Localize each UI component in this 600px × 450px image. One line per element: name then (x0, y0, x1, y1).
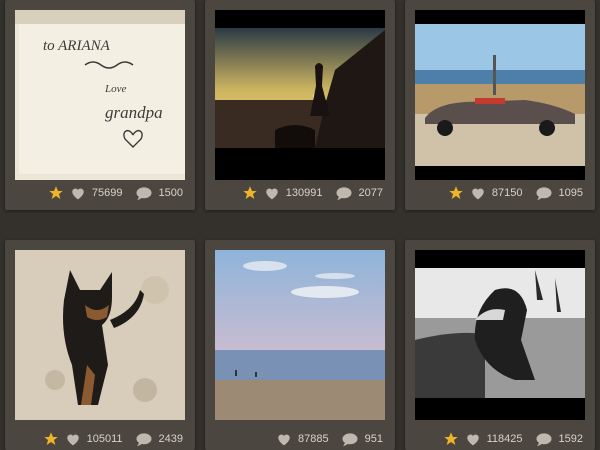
star-icon[interactable] (43, 431, 59, 447)
star-icon[interactable] (48, 185, 64, 201)
photo-card-6[interactable]: 118425 1592 (405, 240, 595, 450)
photo-thumbnail[interactable]: to ARIANA Love grandpa (15, 10, 185, 180)
comments-count: 2077 (358, 187, 383, 199)
comment-icon[interactable] (341, 432, 359, 447)
comment-icon[interactable] (135, 186, 153, 201)
heart-icon[interactable] (465, 432, 481, 446)
likes-count: 105011 (86, 433, 123, 445)
photo-stats: 118425 1592 (405, 430, 595, 448)
bw-portrait-photo (415, 250, 585, 420)
photo-thumbnail[interactable] (415, 250, 585, 420)
likes-count: 87150 (491, 187, 523, 199)
comment-icon[interactable] (135, 432, 153, 447)
photo-thumbnail[interactable] (15, 250, 185, 420)
photo-card-1[interactable]: to ARIANA Love grandpa 75699 1500 (5, 0, 195, 210)
likes-count: 118425 (486, 433, 523, 445)
handwritten-note-photo: to ARIANA Love grandpa (15, 10, 185, 180)
comments-count: 1592 (558, 433, 583, 445)
photo-stats: 105011 2439 (5, 430, 195, 448)
comments-count: 1500 (158, 187, 183, 199)
note-line-1: to ARIANA (43, 38, 111, 54)
photo-card-3[interactable]: 87150 1095 (405, 0, 595, 210)
star-icon[interactable] (448, 185, 464, 201)
heart-icon[interactable] (65, 432, 81, 446)
likes-count: 75699 (91, 187, 123, 199)
heart-icon[interactable] (70, 186, 86, 200)
heart-icon[interactable] (470, 186, 486, 200)
comments-count: 951 (364, 433, 383, 445)
comments-count: 1095 (558, 187, 583, 199)
likes-count: 130991 (285, 187, 323, 199)
star-icon[interactable] (443, 431, 459, 447)
comment-icon[interactable] (535, 186, 553, 201)
star-icon[interactable] (242, 185, 258, 201)
comment-icon[interactable] (535, 432, 553, 447)
photo-thumbnail[interactable] (215, 250, 385, 420)
note-line-3: grandpa (105, 103, 163, 122)
photo-card-5[interactable]: 87885 951 (205, 240, 395, 450)
photo-card-4[interactable]: 105011 2439 (5, 240, 195, 450)
heart-icon[interactable] (264, 186, 280, 200)
photo-card-2[interactable]: 130991 2077 (205, 0, 395, 210)
photo-thumbnail[interactable] (215, 10, 385, 180)
beach-sunset-photo (215, 10, 385, 180)
note-line-2: Love (104, 83, 127, 95)
photo-thumbnail[interactable] (415, 10, 585, 180)
photo-stats: 87150 1095 (405, 184, 595, 202)
photo-stats: 130991 2077 (205, 184, 395, 202)
ocean-sky-photo (215, 250, 385, 420)
photo-stats: 87885 951 (205, 430, 395, 448)
likes-count: 87885 (298, 433, 329, 445)
heart-icon[interactable] (276, 432, 292, 446)
photo-stats: 75699 1500 (5, 184, 195, 202)
vintage-car-photo (415, 10, 585, 180)
comments-count: 2439 (158, 433, 183, 445)
dog-on-beach-photo (15, 250, 185, 420)
comment-icon[interactable] (335, 186, 353, 201)
